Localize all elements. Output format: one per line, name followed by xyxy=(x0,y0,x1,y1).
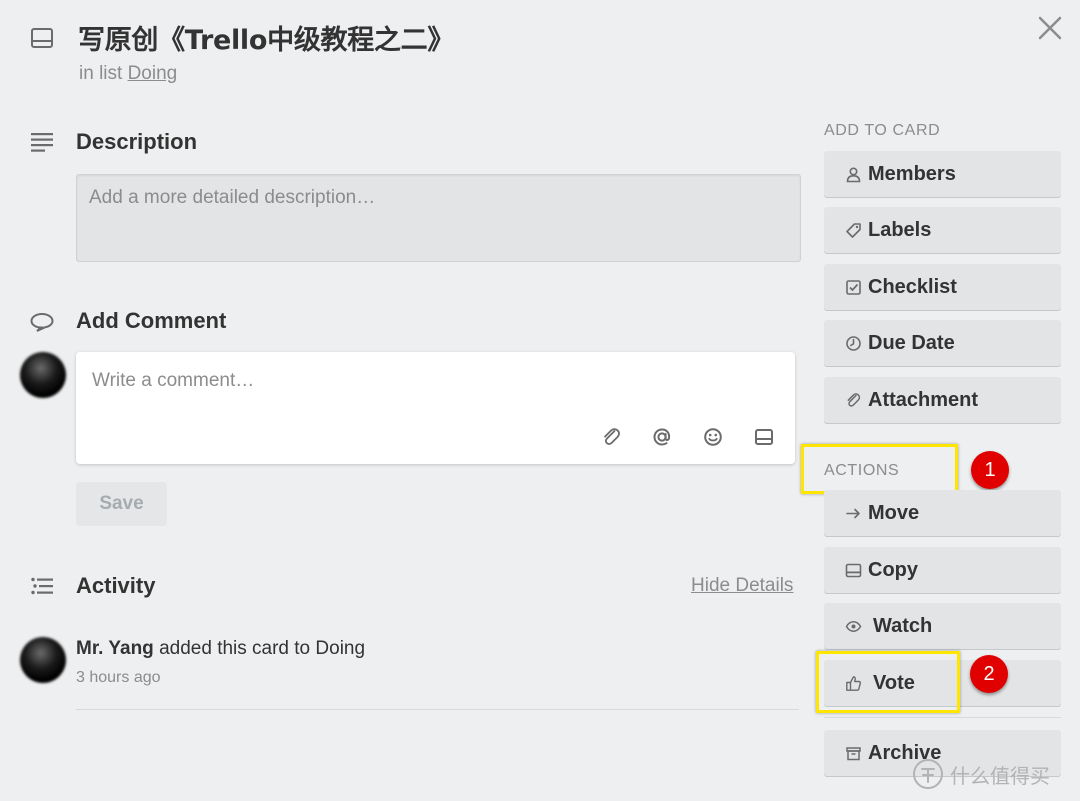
comment-placeholder: Write a comment… xyxy=(92,370,255,391)
activity-icon xyxy=(31,577,53,595)
checklist-label: Checklist xyxy=(868,275,957,298)
checklist-button[interactable]: Checklist xyxy=(824,264,1061,310)
attachment-label: Attachment xyxy=(868,388,979,411)
highlight-box-vote xyxy=(816,651,960,713)
close-icon[interactable] xyxy=(1036,14,1064,42)
watch-label: Watch xyxy=(873,614,933,637)
members-label: Members xyxy=(868,162,956,185)
card-title: 写原创《Trello中级教程之二》 xyxy=(78,25,455,56)
card-icon xyxy=(845,563,862,577)
annotation-marker-2: 2 xyxy=(970,655,1008,693)
person-icon xyxy=(846,166,861,182)
avatar xyxy=(20,352,66,398)
list-link[interactable]: Doing xyxy=(128,63,178,84)
activity-timestamp[interactable]: 3 hours ago xyxy=(76,669,161,687)
clock-icon xyxy=(846,335,861,351)
move-button[interactable]: Move xyxy=(824,490,1061,536)
description-heading: Description xyxy=(76,129,198,154)
add-comment-heading: Add Comment xyxy=(76,308,227,333)
watermark-text: 什么值得买 xyxy=(950,763,1050,788)
sidebar-divider xyxy=(824,717,1061,718)
card-list-info: in list Doing xyxy=(79,63,177,85)
activity-heading: Activity xyxy=(76,573,156,598)
hide-details-link[interactable]: Hide Details xyxy=(691,575,793,597)
watermark-logo-icon xyxy=(913,759,943,789)
checkbox-icon xyxy=(846,279,861,295)
emoji-icon[interactable] xyxy=(702,426,724,448)
activity-text: added this card to Doing xyxy=(159,638,366,659)
card-icon xyxy=(31,28,53,48)
move-label: Move xyxy=(868,501,920,524)
activity-avatar xyxy=(20,637,66,683)
archive-icon xyxy=(846,746,861,760)
activity-user[interactable]: Mr. Yang xyxy=(76,638,154,659)
highlight-box-actions xyxy=(801,444,958,494)
annotation-marker-1: 1 xyxy=(971,451,1009,489)
copy-label: Copy xyxy=(868,558,918,581)
mention-icon[interactable] xyxy=(651,426,673,448)
labels-label: Labels xyxy=(868,218,932,241)
divider xyxy=(76,709,799,710)
attachment-button[interactable]: Attachment xyxy=(824,377,1061,423)
description-icon xyxy=(31,133,53,152)
add-to-card-label: ADD TO CARD xyxy=(824,122,941,139)
due-date-button[interactable]: Due Date xyxy=(824,320,1061,366)
attachment-icon[interactable] xyxy=(600,426,622,448)
save-button[interactable]: Save xyxy=(76,482,167,526)
paperclip-icon xyxy=(847,392,861,407)
labels-button[interactable]: Labels xyxy=(824,207,1061,253)
tag-icon xyxy=(846,222,861,238)
comment-input[interactable]: Write a comment… xyxy=(76,352,795,464)
copy-button[interactable]: Copy xyxy=(824,547,1061,593)
arrow-right-icon xyxy=(846,508,860,518)
activity-entry: Mr. Yang added this card to Doing xyxy=(76,638,365,660)
eye-icon xyxy=(845,620,862,632)
in-list-prefix: in list xyxy=(79,63,123,84)
due-date-label: Due Date xyxy=(868,331,955,354)
members-button[interactable]: Members xyxy=(824,151,1061,197)
watermark: 什么值得买 xyxy=(912,758,1050,790)
description-input[interactable]: Add a more detailed description… xyxy=(76,174,801,262)
comment-icon xyxy=(30,312,54,332)
card-link-icon[interactable] xyxy=(753,426,775,448)
watch-button[interactable]: Watch xyxy=(824,603,1061,649)
